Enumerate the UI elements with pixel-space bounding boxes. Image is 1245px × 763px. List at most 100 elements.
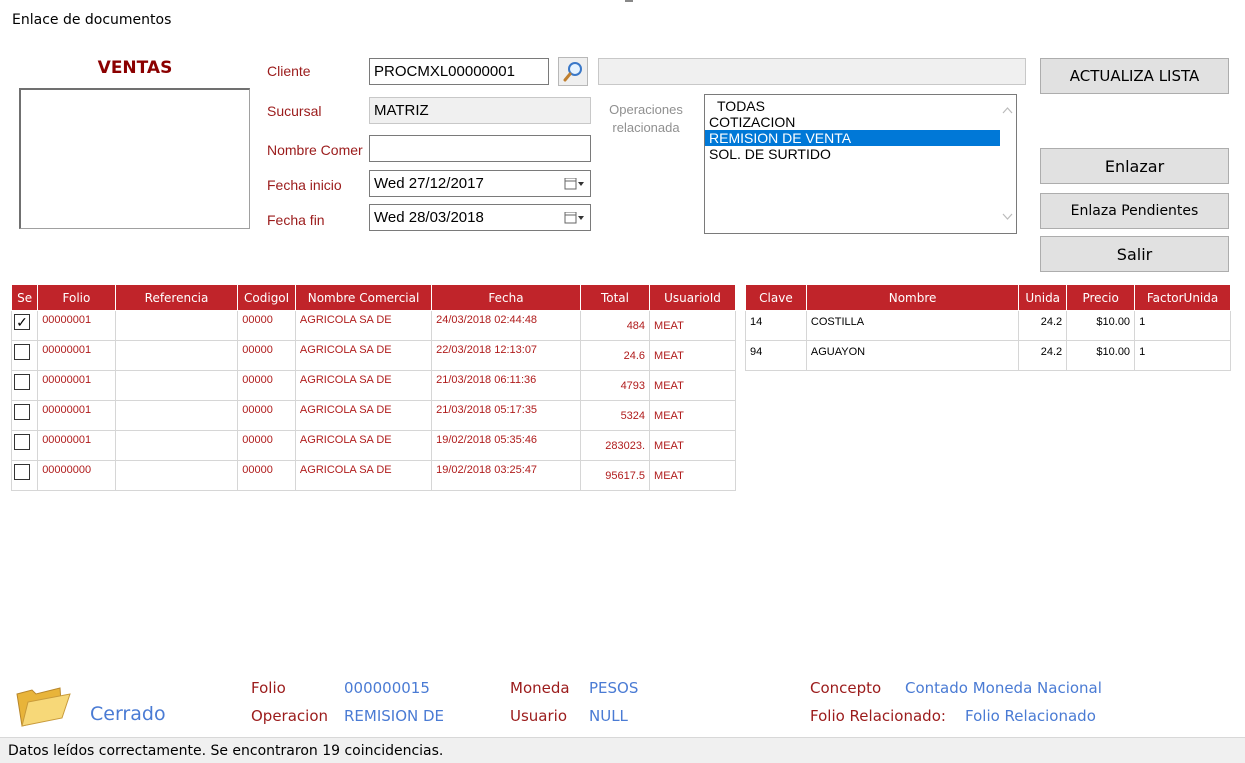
actualiza-lista-button[interactable]: ACTUALIZA LISTA	[1040, 58, 1229, 94]
search-button[interactable]	[558, 57, 588, 86]
operacion-item-cotizacion[interactable]: COTIZACION	[705, 114, 1016, 130]
usuario-cell[interactable]: MEAT	[649, 400, 736, 431]
enlazar-button[interactable]: Enlazar	[1040, 148, 1229, 184]
nombre-comercial-cell[interactable]: AGRICOLA SA DE	[294, 370, 433, 401]
total-cell[interactable]: 283023.	[579, 430, 651, 461]
fecha-cell[interactable]: 19/02/2018 03:25:47	[431, 460, 581, 491]
factor-cell[interactable]: 1	[1134, 340, 1231, 371]
item-row[interactable]: 14 COSTILLA 24.2 $10.00 1	[745, 310, 1231, 341]
col-header[interactable]: Unida	[1018, 284, 1068, 311]
row-checkbox[interactable]	[14, 374, 30, 390]
listbox-scrollbar[interactable]	[999, 95, 1016, 233]
nombre-cell[interactable]: COSTILLA	[805, 310, 1020, 341]
fecha-cell[interactable]: 21/03/2018 06:11:36	[431, 370, 581, 401]
total-cell[interactable]: 4793	[579, 370, 651, 401]
usuario-cell[interactable]: MEAT	[649, 460, 736, 491]
col-header[interactable]: Precio	[1066, 284, 1136, 311]
usuario-cell[interactable]: MEAT	[649, 340, 736, 371]
precio-cell[interactable]: $10.00	[1066, 310, 1136, 341]
codigo-cell[interactable]: 00000	[237, 430, 296, 461]
clave-cell[interactable]: 14	[745, 310, 807, 341]
col-header[interactable]: Total	[579, 284, 651, 311]
row-checkbox[interactable]	[14, 464, 30, 480]
codigo-cell[interactable]: 00000	[237, 460, 296, 491]
nombre-comercial-cell[interactable]: AGRICOLA SA DE	[294, 460, 433, 491]
folio-cell[interactable]: 00000001	[37, 430, 116, 461]
document-row[interactable]: 00000001 00000 AGRICOLA SA DE 21/03/2018 06…	[10, 370, 736, 401]
col-header[interactable]: Referencia	[114, 284, 239, 311]
operacion-item-remision[interactable]: REMISION DE VENTA	[705, 130, 1000, 146]
col-header[interactable]: Se	[10, 284, 39, 311]
select-cell[interactable]	[10, 430, 39, 461]
fecha-fin-picker[interactable]: Wed 28/03/2018	[369, 204, 591, 231]
operaciones-listbox[interactable]: TODAS COTIZACION REMISION DE VENTA SOL. …	[704, 94, 1017, 234]
col-header[interactable]: Nombre	[805, 284, 1020, 311]
fecha-inicio-picker[interactable]: Wed 27/12/2017	[369, 170, 591, 197]
nombre-comercial-input[interactable]	[369, 135, 591, 162]
row-checkbox[interactable]: ✓	[14, 314, 30, 330]
select-cell[interactable]	[10, 460, 39, 491]
cliente-input[interactable]: PROCMXL00000001	[369, 58, 549, 85]
usuario-cell[interactable]: MEAT	[649, 430, 736, 461]
codigo-cell[interactable]: 00000	[237, 400, 296, 431]
referencia-cell[interactable]	[114, 430, 239, 461]
folio-cell[interactable]: 00000001	[37, 340, 116, 371]
col-header[interactable]: Clave	[745, 284, 807, 311]
select-cell[interactable]: ✓	[10, 310, 39, 341]
nombre-comercial-cell[interactable]: AGRICOLA SA DE	[294, 430, 433, 461]
folio-cell[interactable]: 00000000	[37, 460, 116, 491]
total-cell[interactable]: 484	[579, 310, 651, 341]
row-checkbox[interactable]	[14, 404, 30, 420]
usuario-cell[interactable]: MEAT	[649, 370, 736, 401]
total-cell[interactable]: 95617.5	[579, 460, 651, 491]
col-header[interactable]: FactorUnida	[1134, 284, 1231, 311]
calendar-dropdown-icon[interactable]	[564, 211, 586, 224]
row-checkbox[interactable]	[14, 344, 30, 360]
nombre-comercial-cell[interactable]: AGRICOLA SA DE	[294, 400, 433, 431]
col-header[interactable]: Fecha	[431, 284, 581, 311]
referencia-cell[interactable]	[114, 340, 239, 371]
select-cell[interactable]	[10, 400, 39, 431]
row-checkbox[interactable]	[14, 434, 30, 450]
codigo-cell[interactable]: 00000	[237, 340, 296, 371]
precio-cell[interactable]: $10.00	[1066, 340, 1136, 371]
factor-cell[interactable]: 1	[1134, 310, 1231, 341]
calendar-dropdown-icon[interactable]	[564, 177, 586, 190]
operacion-item-todas[interactable]: TODAS	[705, 98, 1016, 114]
fecha-cell[interactable]: 22/03/2018 12:13:07	[431, 340, 581, 371]
codigo-cell[interactable]: 00000	[237, 370, 296, 401]
unidad-cell[interactable]: 24.2	[1018, 340, 1068, 371]
col-header[interactable]: Folio	[37, 284, 116, 311]
fecha-cell[interactable]: 24/03/2018 02:44:48	[431, 310, 581, 341]
codigo-cell[interactable]: 00000	[237, 310, 296, 341]
clave-cell[interactable]: 94	[745, 340, 807, 371]
nombre-comercial-cell[interactable]: AGRICOLA SA DE	[294, 340, 433, 371]
select-cell[interactable]	[10, 340, 39, 371]
document-row[interactable]: 00000001 00000 AGRICOLA SA DE 22/03/2018 12…	[10, 340, 736, 371]
document-row[interactable]: 00000001 00000 AGRICOLA SA DE 19/02/2018 05…	[10, 430, 736, 461]
operacion-item-surtido[interactable]: SOL. DE SURTIDO	[705, 146, 1016, 162]
total-cell[interactable]: 24.6	[579, 340, 651, 371]
item-row[interactable]: 94 AGUAYON 24.2 $10.00 1	[745, 340, 1231, 371]
referencia-cell[interactable]	[114, 370, 239, 401]
document-row[interactable]: 00000001 00000 AGRICOLA SA DE 21/03/2018 05…	[10, 400, 736, 431]
col-header[interactable]: Nombre Comercial	[294, 284, 433, 311]
nombre-cell[interactable]: AGUAYON	[805, 340, 1020, 371]
ventas-list-box[interactable]	[19, 88, 250, 229]
folio-cell[interactable]: 00000001	[37, 310, 116, 341]
fecha-cell[interactable]: 21/03/2018 05:17:35	[431, 400, 581, 431]
nombre-comercial-cell[interactable]: AGRICOLA SA DE	[294, 310, 433, 341]
folio-cell[interactable]: 00000001	[37, 400, 116, 431]
referencia-cell[interactable]	[114, 400, 239, 431]
folio-cell[interactable]: 00000001	[37, 370, 116, 401]
select-cell[interactable]	[10, 370, 39, 401]
col-header[interactable]: CodigoI	[237, 284, 296, 311]
document-row[interactable]: ✓ 00000001 00000 AGRICOLA SA DE 24/03/2018 0…	[10, 310, 736, 341]
col-header[interactable]: UsuarioId	[649, 284, 736, 311]
document-row[interactable]: 00000000 00000 AGRICOLA SA DE 19/02/2018 03…	[10, 460, 736, 491]
usuario-cell[interactable]: MEAT	[649, 310, 736, 341]
salir-button[interactable]: Salir	[1040, 236, 1229, 272]
referencia-cell[interactable]	[114, 460, 239, 491]
total-cell[interactable]: 5324	[579, 400, 651, 431]
unidad-cell[interactable]: 24.2	[1018, 310, 1068, 341]
